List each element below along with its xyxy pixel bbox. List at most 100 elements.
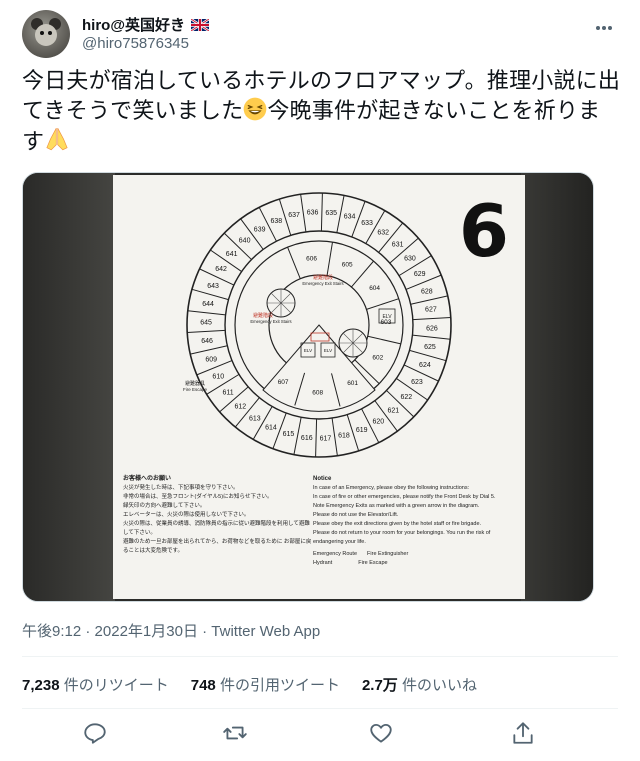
notice-jp-line: 非常の場合は、至急フロント(ダイヤル5)にお知らせ下さい。	[123, 494, 273, 500]
retweets-stat[interactable]: 7,238 件のリツイート	[22, 674, 169, 695]
room-wall	[190, 345, 228, 355]
room-wall	[374, 400, 398, 432]
more-dot-icon	[608, 26, 612, 30]
divider	[22, 708, 618, 709]
room-628: 628	[421, 289, 433, 296]
room-602: 602	[372, 354, 383, 361]
room-623: 623	[411, 379, 423, 386]
room-wall	[410, 295, 448, 305]
room-615: 615	[283, 431, 295, 438]
tweet-photo[interactable]: 6 避難階段 Emergency Exit Stairs 避難階段 Emerge…	[22, 172, 594, 602]
room-605: 605	[342, 261, 353, 268]
notice-jp-line: 火災が発生した時は、下記事項を守り下さい。	[123, 485, 239, 491]
more-dot-icon	[596, 26, 600, 30]
room-645: 645	[200, 320, 212, 327]
more-dot-icon	[602, 26, 606, 30]
room-wall	[315, 418, 318, 457]
room-626: 626	[426, 325, 438, 332]
room-622: 622	[401, 394, 413, 401]
room-635: 635	[325, 210, 337, 217]
likes-label[interactable]: 件のいいね	[402, 677, 477, 694]
fire-escape-jp-label: 避難器具	[185, 380, 205, 387]
room-639: 639	[254, 226, 266, 233]
elevator-label-2: ELV	[304, 348, 312, 353]
room-632: 632	[377, 229, 389, 236]
room-616: 616	[301, 435, 313, 442]
tweet-stats: 7,238 件のリツイート 748 件の引用ツイート 2.7万 件のいいね	[22, 674, 477, 695]
exit-stairs-en-label-left: Emergency Exit Stairs	[250, 319, 291, 324]
exit-stairs-jp-label-left: 避難階段	[253, 312, 273, 319]
notice-en-title: Notice	[313, 476, 332, 482]
display-name-text[interactable]: hiro@英国好き	[82, 17, 185, 34]
fire-escape-en-label: Fire Escape	[183, 387, 208, 392]
room-641: 641	[226, 251, 238, 258]
notice-jp-line: エレベーターは、火災の際は使用しないで下さい。	[123, 512, 250, 518]
retweets-label[interactable]: 件のリツイート	[64, 677, 169, 694]
retweet-icon[interactable]	[222, 720, 248, 746]
notice-en-line: In case of fire or other emergencies, pl…	[313, 494, 496, 500]
room-646: 646	[201, 338, 213, 345]
room-wall	[240, 218, 264, 250]
share-icon[interactable]	[510, 720, 536, 746]
more-options-button[interactable]	[592, 16, 616, 40]
room-644: 644	[202, 301, 214, 308]
tweet-text: 今日夫が宿泊しているホテルのフロアマップ。推理小説に出てきそうで笑いました 今晩事…	[22, 66, 622, 157]
room-wall	[361, 408, 380, 443]
room-606: 606	[306, 256, 317, 263]
user-handle[interactable]: @hiro75876345	[82, 35, 189, 52]
room-630: 630	[404, 255, 416, 262]
room-wall	[191, 288, 229, 301]
room-636: 636	[307, 210, 319, 217]
room-618: 618	[338, 433, 350, 440]
room-wall	[234, 397, 260, 428]
exit-stairs-jp-label-top: 避難階段	[313, 274, 333, 281]
room-wall	[409, 349, 447, 362]
quotes-count[interactable]: 748	[191, 677, 216, 694]
notice-jp-title: お客様へのお願い	[123, 476, 172, 482]
display-name[interactable]: hiro@英国好き	[82, 14, 210, 35]
notice-jp-line: 火災の際は、従業員の誘導、消防隊員の指示に従い避難階段を利用して避難して下さい。	[123, 521, 310, 536]
likes-stat[interactable]: 2.7万 件のいいね	[362, 674, 477, 695]
photo-wall-left	[23, 173, 115, 601]
notice-en-line: Please do not return to your room for yo…	[313, 530, 491, 545]
legend-item: Hydrant	[313, 560, 333, 566]
room-642: 642	[215, 266, 227, 273]
likes-count[interactable]: 2.7万	[362, 677, 398, 694]
reply-icon[interactable]	[82, 720, 108, 746]
quotes-label[interactable]: 件の引用ツイート	[220, 677, 340, 694]
notice-en-intro: In case of an Emergency, please obey the…	[313, 485, 470, 491]
room-643: 643	[207, 283, 219, 290]
tweet-source[interactable]: Twitter Web App	[211, 623, 320, 640]
room-610: 610	[212, 374, 224, 381]
room-631: 631	[392, 241, 404, 248]
meta-separator: ·	[85, 623, 91, 640]
notice-jp-line: 避難のため一旦お部屋を出られてから、お荷物などを取るために お部屋に戻ることは大…	[123, 539, 312, 554]
retweets-count[interactable]: 7,238	[22, 677, 60, 694]
room-wall	[326, 242, 333, 276]
like-icon[interactable]	[368, 720, 394, 746]
avatar[interactable]	[22, 10, 70, 58]
room-627: 627	[425, 307, 437, 314]
legend-item: Emergency Route	[313, 551, 358, 557]
notice-jp-line: 緑矢印の方向へ避難して下さい。	[123, 503, 206, 509]
room-wall	[351, 260, 374, 288]
laughing-face-icon	[244, 97, 267, 121]
tweet-date[interactable]: 2022年1月30日	[95, 623, 198, 640]
room-617: 617	[320, 435, 332, 442]
room-wall	[287, 246, 301, 279]
room-613: 613	[249, 415, 261, 422]
meta-separator: ·	[202, 623, 208, 640]
room-634: 634	[344, 214, 356, 221]
notice-english: Notice In case of an Emergency, please o…	[313, 475, 513, 568]
room-611: 611	[222, 390, 233, 397]
timestamp-link[interactable]: 午後9:12 · 2022年1月30日	[22, 623, 198, 640]
room-612: 612	[235, 404, 247, 411]
room-614: 614	[265, 425, 277, 432]
room-wall	[412, 316, 451, 321]
room-625: 625	[424, 344, 436, 351]
room-620: 620	[373, 419, 385, 426]
legend-item: Fire Extinguisher	[367, 551, 409, 557]
quotes-stat[interactable]: 748 件の引用ツイート	[191, 674, 340, 695]
tweet-time[interactable]: 午後9:12	[22, 623, 81, 640]
floor-map-sign: 6 避難階段 Emergency Exit Stairs 避難階段 Emerge…	[113, 175, 525, 599]
